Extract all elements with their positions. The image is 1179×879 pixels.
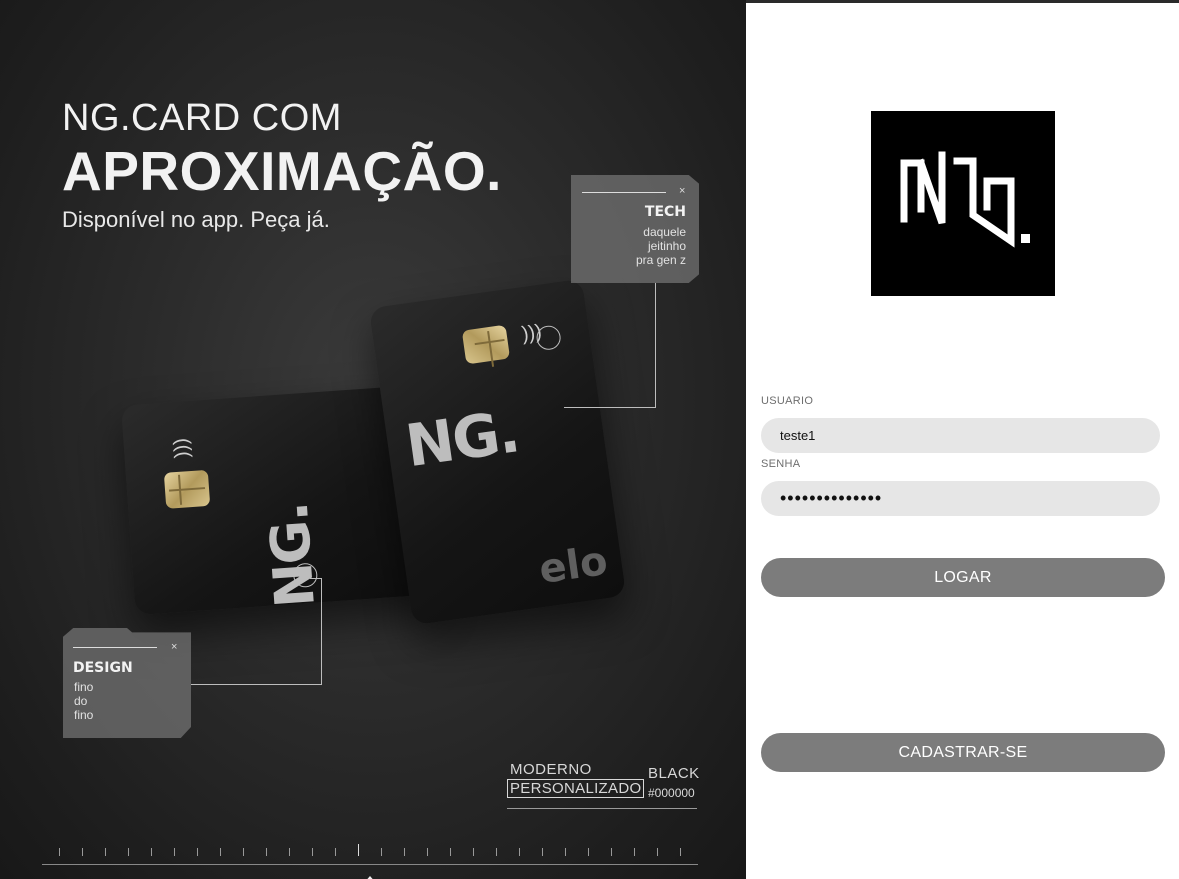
callout-bar: [73, 647, 157, 648]
tag-moderno: MODERNO: [510, 761, 592, 778]
callout-line: jeitinho: [647, 239, 686, 253]
callout-title: DESIGN: [73, 660, 133, 676]
headline-line2: APROXIMAÇÃO.: [62, 140, 502, 202]
callout-line: fino: [74, 708, 94, 722]
password-label: SENHA: [761, 458, 801, 470]
callout-line: fino: [74, 680, 94, 694]
chip-icon: [163, 469, 211, 509]
callout-line: pra gen z: [635, 253, 686, 267]
callout-connector-tech: [564, 283, 656, 408]
callout-line: do: [74, 694, 88, 708]
tag-personalizado: PERSONALIZADO: [507, 779, 645, 798]
elo-brand-logo: elo: [536, 538, 611, 594]
chip-icon: [461, 324, 511, 365]
close-icon: ×: [679, 185, 686, 197]
tag-black: BLACK: [648, 765, 700, 782]
subheadline: Disponível no app. Peça já.: [62, 207, 330, 232]
callout-connector-design-top: [310, 578, 321, 579]
ruler-decoration: [42, 842, 698, 879]
username-label: USUARIO: [761, 395, 814, 407]
password-input[interactable]: [761, 481, 1160, 516]
callout-title: TECH: [644, 204, 686, 220]
register-button[interactable]: CADASTRAR-SE: [761, 733, 1165, 772]
callout-design: × DESIGN fino do fino: [63, 628, 191, 738]
callout-tech: × TECH daquele jeitinho pra gen z: [571, 175, 699, 283]
hotspot-ring-icon: [535, 324, 563, 352]
card-logo-front: NG.: [401, 397, 523, 481]
divider: [507, 808, 697, 809]
promo-banner: NG.CARD COM APROXIMAÇÃO. Disponível no a…: [0, 0, 746, 879]
ng-logo: [871, 111, 1055, 296]
ng-logo-icon: [900, 151, 1030, 248]
tag-hex: #000000: [648, 786, 695, 800]
callout-bar: [582, 192, 666, 193]
headline-line1: NG.CARD COM: [62, 97, 342, 139]
contactless-icon: ))): [169, 437, 194, 459]
callout-line: daquele: [643, 225, 686, 239]
callout-connector-design: [191, 578, 322, 685]
username-input[interactable]: [761, 418, 1160, 453]
ruler-line: [42, 864, 698, 865]
login-button[interactable]: LOGAR: [761, 558, 1165, 597]
close-icon: ×: [171, 641, 178, 653]
